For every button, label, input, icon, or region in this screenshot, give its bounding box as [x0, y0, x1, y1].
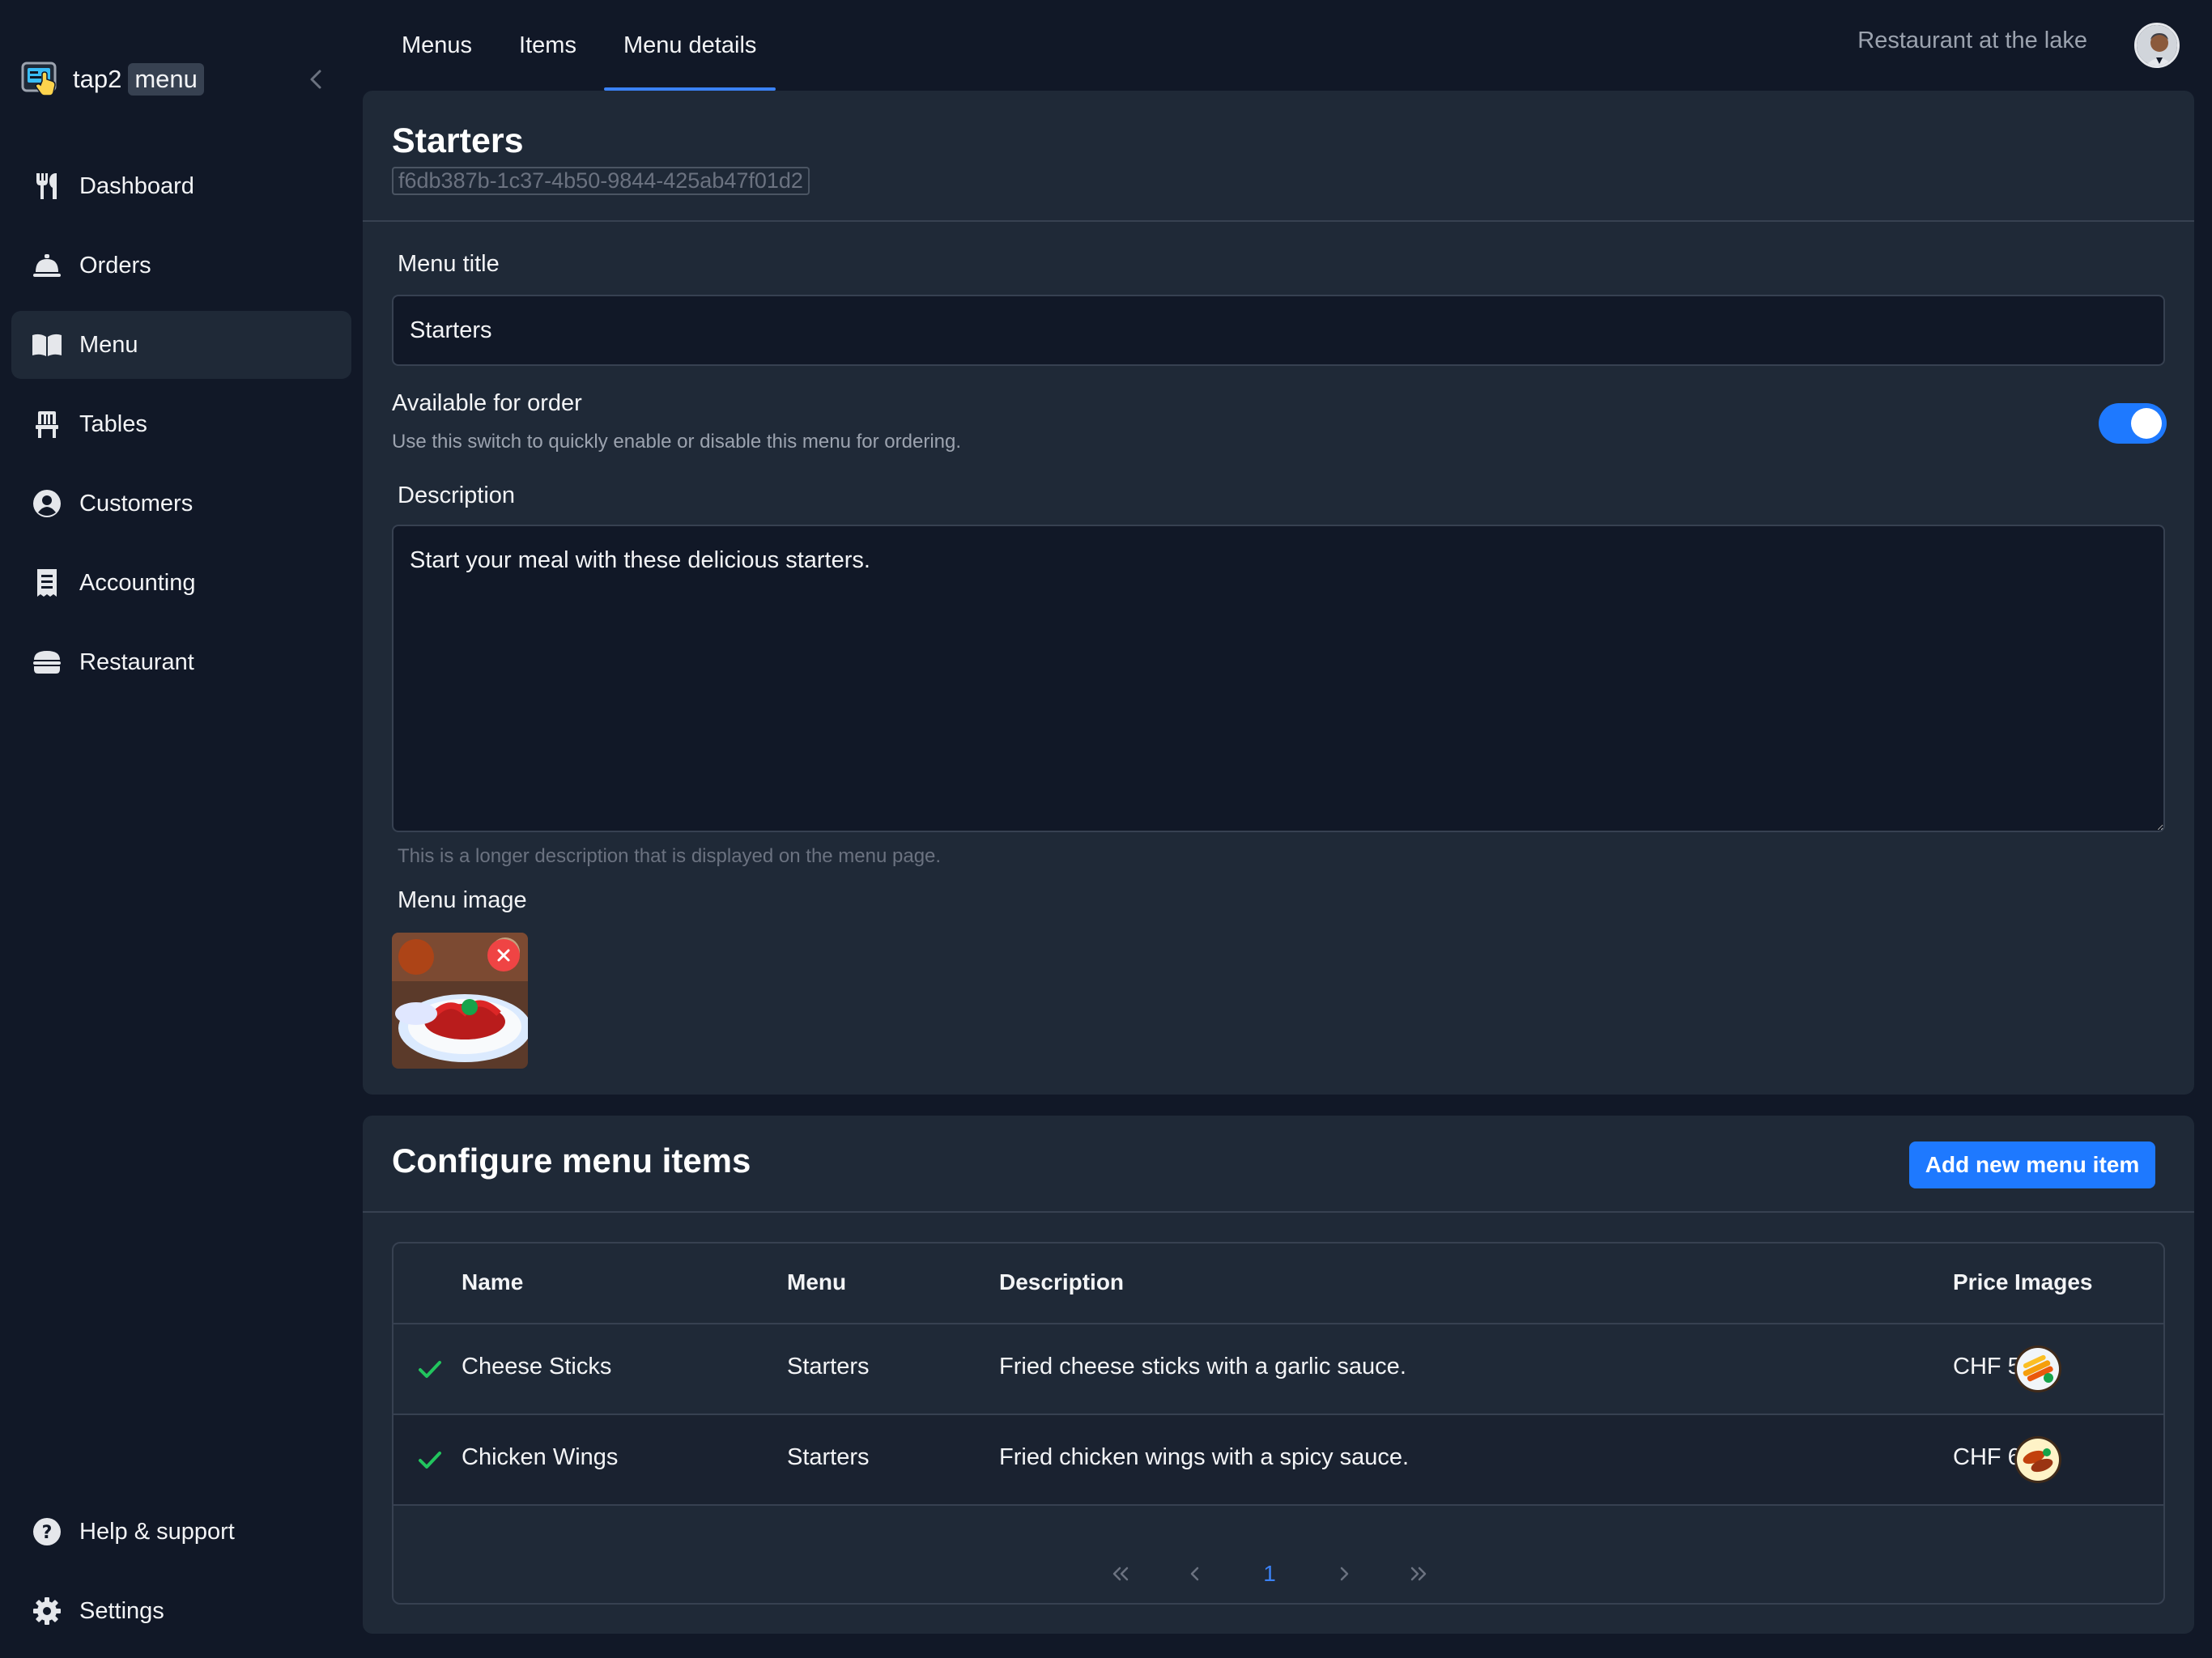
sidebar-item-label: Tables: [79, 410, 147, 437]
user-avatar[interactable]: [2134, 23, 2180, 68]
menu-title-label: Menu title: [398, 251, 500, 277]
tap-menu-logo-icon: [21, 60, 60, 99]
svg-text:?: ?: [42, 1523, 53, 1543]
column-header-price[interactable]: Price: [1953, 1269, 2009, 1295]
chevrons-right-icon: [1410, 1567, 1427, 1581]
sidebar-item-settings[interactable]: Settings: [11, 1577, 351, 1645]
column-header-menu[interactable]: Menu: [787, 1269, 846, 1295]
user-circle-icon: [31, 487, 63, 520]
tab-menu-details[interactable]: Menu details: [602, 0, 777, 91]
description-label: Description: [398, 483, 516, 508]
available-toggle[interactable]: [2099, 403, 2167, 444]
remove-image-button[interactable]: [487, 939, 520, 971]
sidebar-item-label: Customers: [79, 490, 194, 517]
available-label: Available for order: [392, 390, 582, 416]
item-description: Fried cheese sticks with a garlic sauce.: [999, 1354, 1406, 1380]
sidebar-item-menu[interactable]: Menu: [11, 311, 351, 379]
tab-menus[interactable]: Menus: [381, 0, 493, 91]
available-hint: Use this switch to quickly enable or dis…: [392, 431, 962, 453]
page-title: Starters: [392, 121, 524, 160]
sidebar-item-label: Dashboard: [79, 172, 194, 199]
description-textarea[interactable]: [392, 525, 2165, 832]
chevron-left-icon: [1190, 1567, 1199, 1581]
item-menu: Starters: [787, 1354, 870, 1380]
menu-image-label: Menu image: [398, 887, 527, 913]
sidebar-item-label: Settings: [79, 1597, 164, 1624]
check-icon: [419, 1361, 441, 1378]
sidebar-item-label: Accounting: [79, 569, 196, 596]
menu-items-panel: Configure menu items Add new menu item N…: [363, 1116, 2194, 1634]
item-image-thumbnail[interactable]: [2014, 1436, 2061, 1483]
sidebar-item-label: Help & support: [79, 1518, 235, 1545]
item-name: Cheese Sticks: [462, 1354, 612, 1380]
sidebar-item-dashboard[interactable]: Dashboard: [11, 152, 351, 220]
question-circle-icon: ?: [31, 1516, 63, 1548]
logo-text: tap2: [73, 65, 122, 93]
pagination: 1: [1083, 1554, 1456, 1593]
add-menu-item-button[interactable]: Add new menu item: [1909, 1141, 2155, 1188]
logo-chip: menu: [128, 63, 204, 96]
sidebar-item-accounting[interactable]: Accounting: [11, 549, 351, 617]
tab-items[interactable]: Items: [498, 0, 598, 91]
chevron-left-icon: [310, 70, 321, 89]
restaurant-name[interactable]: Restaurant at the lake: [1857, 28, 2087, 54]
column-header-name[interactable]: Name: [462, 1269, 523, 1295]
top-tabs: Menus Items Menu details: [381, 0, 782, 91]
close-icon: [497, 949, 510, 962]
sidebar: tap2 menu Dashboard Orders Menu Tables C…: [0, 0, 363, 1658]
check-icon: [419, 1452, 441, 1469]
menu-items-table: Name Menu Description Price Images Chees…: [392, 1242, 2165, 1605]
item-menu: Starters: [787, 1444, 870, 1470]
sidebar-item-label: Orders: [79, 252, 151, 278]
book-open-icon: [31, 329, 63, 361]
section-title: Configure menu items: [392, 1141, 751, 1180]
prev-page-button[interactable]: [1158, 1554, 1232, 1593]
sidebar-item-customers[interactable]: Customers: [11, 470, 351, 538]
chair-icon: [31, 408, 63, 440]
utensils-icon: [31, 170, 63, 202]
item-image-thumbnail[interactable]: [2014, 1346, 2061, 1392]
item-name: Chicken Wings: [462, 1444, 619, 1470]
page-1-button[interactable]: 1: [1232, 1554, 1307, 1593]
sidebar-item-label: Menu: [79, 331, 138, 358]
menu-details-panel: Starters f6db387b-1c37-4b50-9844-425ab47…: [363, 91, 2194, 1095]
sidebar-item-orders[interactable]: Orders: [11, 232, 351, 300]
gear-icon: [31, 1595, 63, 1627]
first-page-button[interactable]: [1083, 1554, 1158, 1593]
burger-icon: [31, 646, 63, 678]
service-bell-icon: [31, 249, 63, 282]
collapse-sidebar-button[interactable]: [304, 63, 327, 96]
item-description: Fried chicken wings with a spicy sauce.: [999, 1444, 1410, 1470]
column-header-images[interactable]: Images: [2014, 1269, 2093, 1295]
last-page-button[interactable]: [1381, 1554, 1456, 1593]
menu-id-badge: f6db387b-1c37-4b50-9844-425ab47f01d2: [392, 167, 810, 195]
menu-title-input[interactable]: [392, 295, 2165, 366]
sidebar-item-label: Restaurant: [79, 648, 194, 675]
sidebar-item-help[interactable]: ? Help & support: [11, 1498, 351, 1566]
description-hint: This is a longer description that is dis…: [398, 845, 942, 867]
table-row[interactable]: Chicken Wings Starters Fried chicken win…: [393, 1414, 2163, 1504]
divider: [363, 220, 2194, 222]
chevrons-left-icon: [1112, 1567, 1129, 1581]
next-page-button[interactable]: [1307, 1554, 1381, 1593]
app-logo[interactable]: tap2 menu: [21, 58, 204, 100]
chevron-right-icon: [1340, 1567, 1349, 1581]
receipt-icon: [31, 567, 63, 599]
divider: [363, 1211, 2194, 1213]
table-row[interactable]: Cheese Sticks Starters Fried cheese stic…: [393, 1323, 2163, 1414]
toggle-knob: [2131, 408, 2162, 439]
sidebar-item-restaurant[interactable]: Restaurant: [11, 628, 351, 696]
sidebar-item-tables[interactable]: Tables: [11, 390, 351, 458]
column-header-description[interactable]: Description: [999, 1269, 1124, 1295]
